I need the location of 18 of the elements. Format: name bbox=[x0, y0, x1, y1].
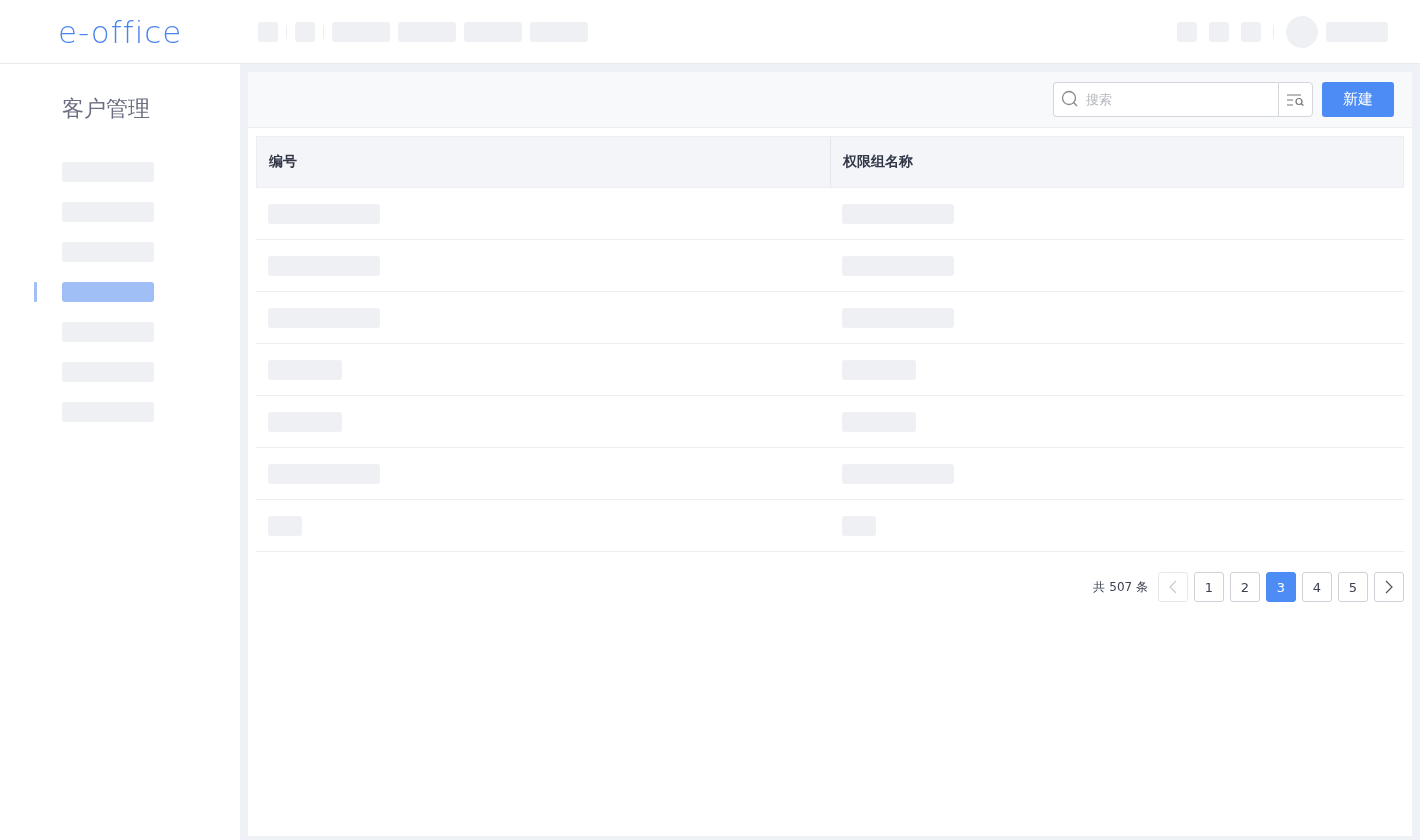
search-icon bbox=[1061, 90, 1079, 108]
page-button[interactable]: 2 bbox=[1230, 572, 1260, 602]
page-button[interactable]: 5 bbox=[1338, 572, 1368, 602]
sidebar-title: 客户管理 bbox=[61, 95, 151, 123]
chevron-right-icon bbox=[1385, 580, 1393, 594]
total-count: 共 507 条 bbox=[1093, 578, 1148, 596]
page-button[interactable]: 4 bbox=[1302, 572, 1332, 602]
sidebar-item[interactable] bbox=[62, 282, 154, 302]
filter-search-icon bbox=[1286, 93, 1305, 106]
chevron-left-icon bbox=[1169, 580, 1177, 594]
page-button[interactable]: 1 bbox=[1194, 572, 1224, 602]
column-header: 编号 bbox=[269, 153, 297, 171]
filter-search-button[interactable] bbox=[1278, 82, 1313, 117]
search-field[interactable]: 搜索 bbox=[1053, 82, 1278, 117]
column-header: 权限组名称 bbox=[843, 153, 913, 171]
next-page-button[interactable] bbox=[1374, 572, 1404, 602]
logo: e-office bbox=[57, 13, 184, 50]
active-indicator bbox=[34, 282, 37, 302]
